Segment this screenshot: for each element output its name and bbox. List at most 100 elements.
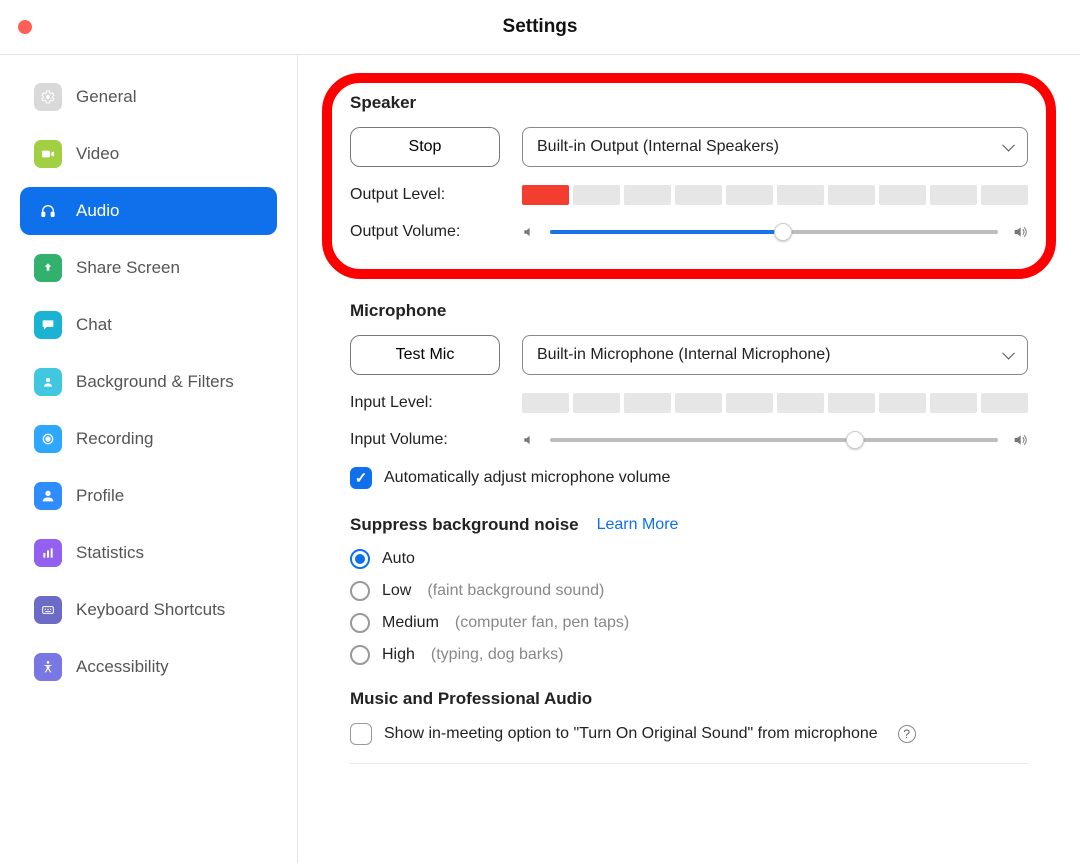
level-segment — [522, 185, 569, 205]
noise-option-label: Auto — [382, 550, 415, 568]
noise-option-high[interactable]: High (typing, dog barks) — [350, 645, 1028, 665]
volume-low-icon — [522, 433, 536, 447]
level-segment — [726, 185, 773, 205]
speaker-highlight-annotation: Speaker Stop Built-in Output (Internal S… — [322, 73, 1056, 279]
person-square-icon — [34, 368, 62, 396]
sidebar-item-label: Chat — [76, 315, 112, 335]
sidebar-item-label: Accessibility — [76, 657, 169, 677]
level-segment — [675, 393, 722, 413]
bar-chart-icon — [34, 539, 62, 567]
sidebar-item-audio[interactable]: Audio — [20, 187, 277, 235]
microphone-section-title: Microphone — [350, 301, 1028, 321]
section-divider — [350, 763, 1028, 764]
sidebar-item-chat[interactable]: Chat — [20, 301, 277, 349]
original-sound-label: Show in-meeting option to "Turn On Origi… — [384, 725, 878, 743]
headphones-icon — [34, 197, 62, 225]
accessibility-icon — [34, 653, 62, 681]
noise-option-low[interactable]: Low (faint background sound) — [350, 581, 1028, 601]
auto-adjust-mic-checkbox[interactable] — [350, 467, 372, 489]
level-segment — [930, 393, 977, 413]
noise-option-hint: (computer fan, pen taps) — [455, 614, 629, 632]
content-panel: Speaker Stop Built-in Output (Internal S… — [298, 55, 1080, 863]
level-segment — [777, 185, 824, 205]
help-icon[interactable]: ? — [898, 725, 916, 743]
sidebar-item-label: Statistics — [76, 543, 144, 563]
sidebar-item-profile[interactable]: Profile — [20, 472, 277, 520]
sidebar-item-share-screen[interactable]: Share Screen — [20, 244, 277, 292]
sidebar-item-video[interactable]: Video — [20, 130, 277, 178]
chat-bubble-icon — [34, 311, 62, 339]
level-segment — [675, 185, 722, 205]
input-level-label: Input Level: — [350, 394, 500, 412]
radio-button[interactable] — [350, 581, 370, 601]
level-segment — [777, 393, 824, 413]
level-segment — [624, 185, 671, 205]
input-volume-slider[interactable] — [550, 438, 998, 442]
sidebar: General Video Audio Share Screen Chat — [0, 55, 298, 863]
level-segment — [879, 185, 926, 205]
sidebar-item-background-filters[interactable]: Background & Filters — [20, 358, 277, 406]
mic-device-value: Built-in Microphone (Internal Microphone… — [537, 346, 830, 364]
radio-button[interactable] — [350, 549, 370, 569]
page-title: Settings — [0, 16, 1080, 38]
auto-adjust-mic-label: Automatically adjust microphone volume — [384, 469, 670, 487]
volume-high-icon — [1012, 224, 1028, 240]
window-close-dot[interactable] — [18, 20, 32, 34]
noise-option-label: High — [382, 646, 415, 664]
slider-thumb[interactable] — [846, 431, 864, 449]
level-segment — [879, 393, 926, 413]
sidebar-item-accessibility[interactable]: Accessibility — [20, 643, 277, 691]
sidebar-item-recording[interactable]: Recording — [20, 415, 277, 463]
gear-icon — [34, 83, 62, 111]
level-segment — [828, 185, 875, 205]
volume-low-icon — [522, 225, 536, 239]
sidebar-item-label: Background & Filters — [76, 372, 234, 392]
noise-option-hint: (faint background sound) — [427, 582, 604, 600]
output-volume-label: Output Volume: — [350, 223, 500, 241]
sidebar-item-label: Keyboard Shortcuts — [76, 600, 225, 620]
noise-option-label: Medium — [382, 614, 439, 632]
sidebar-item-statistics[interactable]: Statistics — [20, 529, 277, 577]
noise-learn-more-link[interactable]: Learn More — [597, 516, 679, 534]
sidebar-item-general[interactable]: General — [20, 73, 277, 121]
slider-thumb[interactable] — [774, 223, 792, 241]
level-segment — [981, 185, 1028, 205]
level-segment — [573, 185, 620, 205]
arrow-up-square-icon — [34, 254, 62, 282]
sidebar-item-keyboard-shortcuts[interactable]: Keyboard Shortcuts — [20, 586, 277, 634]
noise-option-medium[interactable]: Medium (computer fan, pen taps) — [350, 613, 1028, 633]
speaker-device-value: Built-in Output (Internal Speakers) — [537, 138, 779, 156]
output-volume-slider[interactable] — [550, 230, 998, 234]
input-volume-label: Input Volume: — [350, 431, 500, 449]
original-sound-checkbox[interactable] — [350, 723, 372, 745]
level-segment — [981, 393, 1028, 413]
level-segment — [624, 393, 671, 413]
sidebar-item-label: Recording — [76, 429, 154, 449]
noise-option-hint: (typing, dog barks) — [431, 646, 564, 664]
radio-button[interactable] — [350, 645, 370, 665]
noise-option-auto[interactable]: Auto — [350, 549, 1028, 569]
input-level-meter — [522, 393, 1028, 413]
output-level-meter — [522, 185, 1028, 205]
output-level-label: Output Level: — [350, 186, 500, 204]
level-segment — [522, 393, 569, 413]
noise-suppression-title: Suppress background noise — [350, 515, 579, 535]
sidebar-item-label: Profile — [76, 486, 124, 506]
camera-icon — [34, 140, 62, 168]
music-section-title: Music and Professional Audio — [350, 689, 1028, 709]
radio-button[interactable] — [350, 613, 370, 633]
level-segment — [726, 393, 773, 413]
noise-option-label: Low — [382, 582, 411, 600]
speaker-test-button[interactable]: Stop — [350, 127, 500, 167]
keyboard-icon — [34, 596, 62, 624]
speaker-section-title: Speaker — [350, 93, 1028, 113]
sidebar-item-label: General — [76, 87, 136, 107]
sidebar-item-label: Video — [76, 144, 119, 164]
speaker-device-select[interactable]: Built-in Output (Internal Speakers) — [522, 127, 1028, 167]
person-icon — [34, 482, 62, 510]
mic-test-button[interactable]: Test Mic — [350, 335, 500, 375]
level-segment — [573, 393, 620, 413]
mic-device-select[interactable]: Built-in Microphone (Internal Microphone… — [522, 335, 1028, 375]
sidebar-item-label: Audio — [76, 201, 119, 221]
sidebar-item-label: Share Screen — [76, 258, 180, 278]
